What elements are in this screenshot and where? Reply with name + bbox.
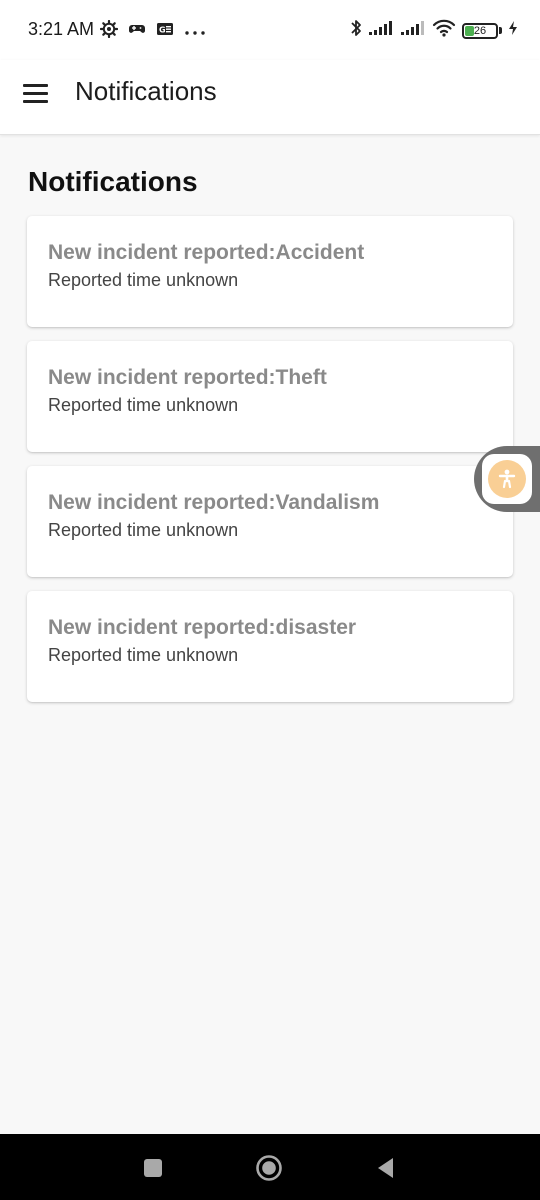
status-bar: 3:21 AM G 26: [0, 0, 540, 60]
home-circle-icon[interactable]: [254, 1153, 284, 1183]
accessibility-icon: [488, 460, 526, 498]
notification-time: Reported time unknown: [48, 270, 239, 290]
battery-fill: [465, 25, 474, 36]
system-navigation-bar: [0, 1134, 540, 1200]
page-title: Notifications: [28, 166, 198, 197]
signal-icon: [368, 20, 394, 41]
accessibility-button-inner: [482, 454, 532, 504]
notification-title: New incident reported:Accident: [48, 241, 365, 264]
app-bar-title: Notifications: [75, 76, 217, 106]
back-triangle-icon[interactable]: [370, 1153, 400, 1183]
notification-title: New incident reported:Vandalism: [48, 491, 380, 514]
settings-gear-icon: [99, 19, 119, 43]
status-left-icons: G: [99, 19, 206, 43]
battery-indicator: 26: [462, 22, 498, 39]
status-time: 3:21 AM: [28, 19, 95, 39]
notification-card[interactable]: New incident reported:Accident Reported …: [27, 216, 513, 327]
battery-tip: [499, 27, 502, 34]
signal-icon: [400, 20, 426, 41]
notification-card[interactable]: New incident reported:Vandalism Reported…: [27, 466, 513, 577]
svg-text:G: G: [159, 26, 166, 35]
notification-time: Reported time unknown: [48, 645, 239, 665]
bluetooth-icon: [350, 18, 362, 43]
app-bar: Notifications: [0, 60, 540, 135]
wifi-icon: [432, 19, 456, 42]
notification-title: New incident reported:Theft: [48, 366, 327, 389]
accessibility-floating-button[interactable]: [474, 446, 540, 512]
app-screen: 3:21 AM G 26 Notifications Notifications…: [0, 0, 540, 1200]
notification-title: New incident reported:disaster: [48, 616, 357, 639]
notification-list: New incident reported:Accident Reported …: [27, 216, 513, 716]
hamburger-menu-icon[interactable]: [16, 74, 54, 112]
notification-time: Reported time unknown: [48, 520, 239, 540]
recents-square-icon[interactable]: [138, 1153, 168, 1183]
more-dots-icon: [184, 23, 206, 41]
status-right-icons: 26: [350, 18, 518, 43]
sim-card-icon: G: [156, 22, 174, 41]
notification-card[interactable]: New incident reported:disaster Reported …: [27, 591, 513, 702]
battery-icon: 26: [462, 22, 502, 39]
notification-time: Reported time unknown: [48, 395, 239, 415]
battery-level: 26: [473, 24, 487, 37]
game-controller-icon: [128, 22, 146, 41]
notification-card[interactable]: New incident reported:Theft Reported tim…: [27, 341, 513, 452]
charging-icon: [508, 20, 518, 41]
